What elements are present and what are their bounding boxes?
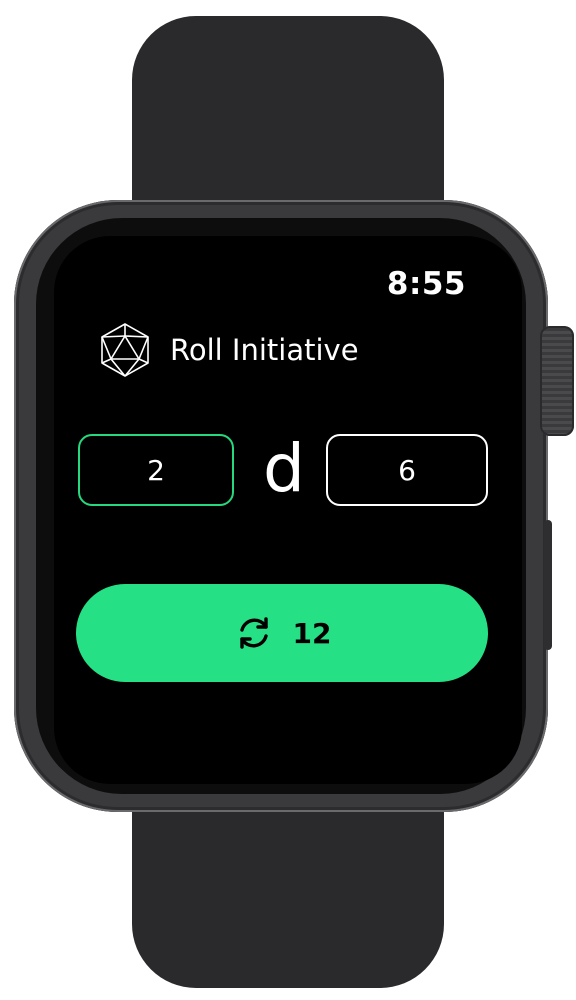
app-header: Roll Initiative (96, 320, 359, 380)
status-time: 8:55 (386, 266, 466, 302)
d20-dice-icon (96, 321, 154, 379)
dice-separator: d (263, 430, 305, 507)
roll-button[interactable]: 12 (76, 584, 488, 682)
app-title: Roll Initiative (170, 333, 359, 367)
dice-sides-field[interactable]: 6 (326, 434, 488, 506)
side-button[interactable] (544, 520, 552, 650)
apple-watch-frame: 8:55 Roll Initiative 2 d 6 12 (0, 0, 576, 1000)
dice-count-field[interactable]: 2 (78, 434, 234, 506)
roll-result: 12 (292, 616, 332, 650)
refresh-icon (233, 612, 275, 654)
digital-crown[interactable] (540, 326, 574, 436)
watch-screen: 8:55 Roll Initiative 2 d 6 12 (54, 236, 522, 784)
